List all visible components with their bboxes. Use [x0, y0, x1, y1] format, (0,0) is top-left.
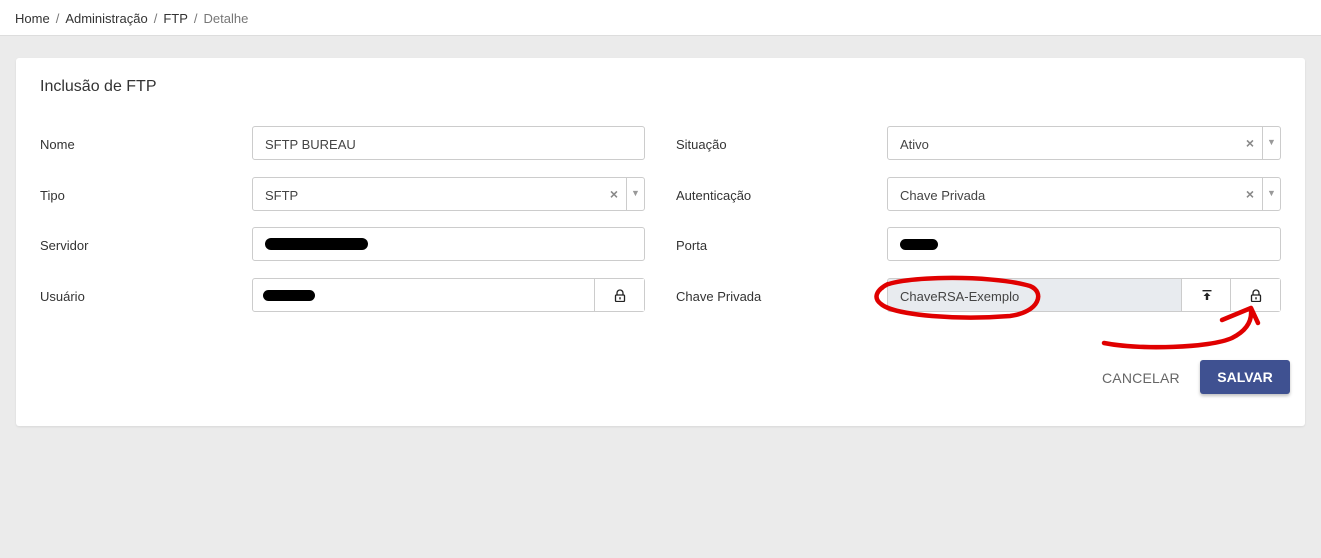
autenticacao-clear-icon[interactable]: ×: [1246, 186, 1254, 202]
chevron-down-icon: ▼: [631, 188, 640, 198]
breadcrumb-administracao[interactable]: Administração: [65, 11, 147, 26]
top-bar: Home / Administração / FTP / Detalhe: [0, 0, 1321, 36]
tipo-value: SFTP: [265, 188, 299, 203]
situacao-label: Situação: [676, 137, 727, 152]
tipo-clear-icon[interactable]: ×: [610, 186, 618, 202]
chave-privada-value: ChaveRSA-Exemplo: [900, 289, 1020, 304]
nome-input[interactable]: SFTP BUREAU: [252, 126, 645, 160]
chevron-down-icon: ▼: [1267, 137, 1276, 147]
usuario-redaction: [263, 290, 315, 301]
usuario-input[interactable]: [252, 278, 645, 312]
breadcrumb-ftp[interactable]: FTP: [163, 11, 188, 26]
breadcrumb-separator: /: [55, 11, 60, 26]
situacao-select[interactable]: Ativo × ▼: [887, 126, 1281, 160]
servidor-input[interactable]: [252, 227, 645, 261]
chave-privada-lock-button[interactable]: [1230, 279, 1280, 311]
lock-icon: [614, 289, 626, 302]
chave-privada-upload-button[interactable]: [1181, 279, 1231, 311]
cancel-button[interactable]: CANCELAR: [1102, 370, 1180, 386]
breadcrumb-current: Detalhe: [203, 11, 249, 26]
autenticacao-value: Chave Privada: [900, 188, 986, 203]
tipo-label: Tipo: [40, 188, 65, 203]
lock-icon: [1250, 289, 1262, 302]
nome-label: Nome: [40, 137, 75, 152]
porta-label: Porta: [676, 238, 708, 253]
autenticacao-dropdown-toggle[interactable]: ▼: [1262, 178, 1280, 210]
situacao-clear-icon[interactable]: ×: [1246, 135, 1254, 151]
autenticacao-select[interactable]: Chave Privada × ▼: [887, 177, 1281, 211]
tipo-select[interactable]: SFTP × ▼: [252, 177, 645, 211]
porta-input[interactable]: [887, 227, 1281, 261]
autenticacao-label: Autenticação: [676, 188, 752, 203]
save-button[interactable]: SALVAR: [1200, 360, 1290, 394]
breadcrumb: Home / Administração / FTP / Detalhe: [15, 11, 248, 26]
servidor-label: Servidor: [40, 238, 89, 253]
usuario-lock-button[interactable]: [594, 279, 644, 311]
breadcrumb-separator: /: [193, 11, 198, 26]
usuario-label: Usuário: [40, 289, 85, 304]
porta-redaction: [900, 239, 938, 250]
tipo-dropdown-toggle[interactable]: ▼: [626, 178, 644, 210]
ftp-form-card: Inclusão de FTP Nome SFTP BUREAU Situaçã…: [16, 58, 1305, 426]
servidor-redaction: [265, 238, 368, 250]
chave-privada-input[interactable]: ChaveRSA-Exemplo: [887, 278, 1281, 312]
breadcrumb-separator: /: [153, 11, 158, 26]
breadcrumb-home[interactable]: Home: [15, 11, 50, 26]
situacao-value: Ativo: [900, 137, 929, 152]
page-title: Inclusão de FTP: [40, 78, 157, 95]
upload-icon: [1202, 290, 1212, 300]
chave-privada-label: Chave Privada: [676, 289, 762, 304]
chevron-down-icon: ▼: [1267, 188, 1276, 198]
situacao-dropdown-toggle[interactable]: ▼: [1262, 127, 1280, 159]
nome-value: SFTP BUREAU: [265, 137, 356, 152]
